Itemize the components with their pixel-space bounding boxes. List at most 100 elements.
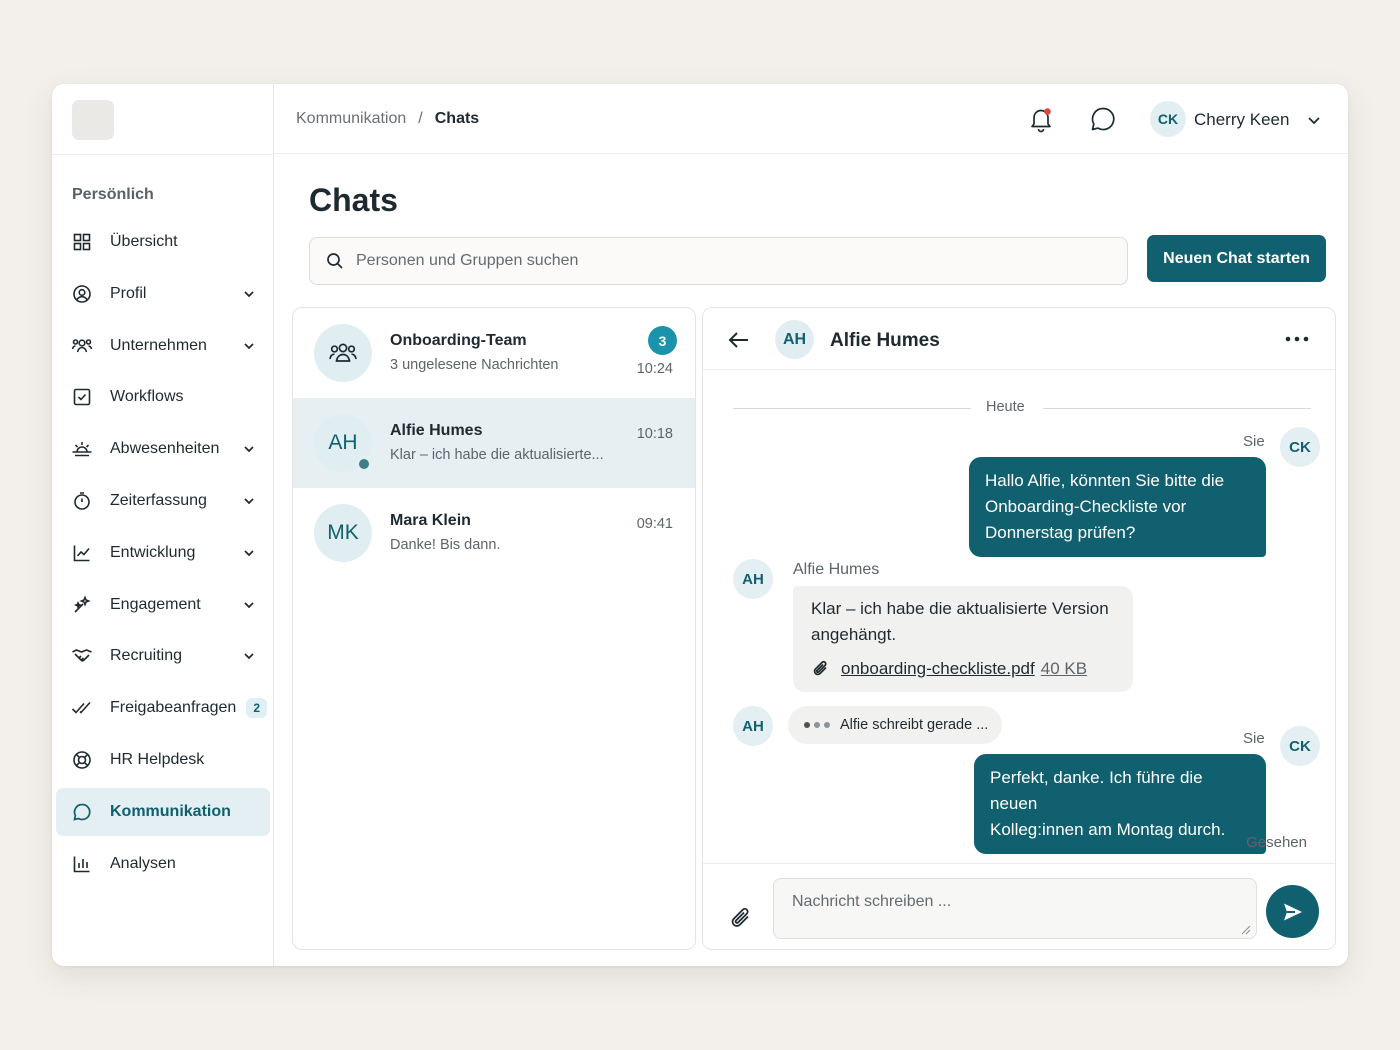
more-icon[interactable]: [1283, 328, 1311, 350]
conversation-thread: AH Alfie Humes Heute Sie CK Hallo Alfie,…: [702, 307, 1336, 950]
bell-icon: [1031, 108, 1051, 133]
user-name[interactable]: Cherry Keen: [1194, 110, 1289, 130]
typing-dots-icon: [804, 722, 830, 728]
message-composer: [703, 863, 1335, 949]
message-line: angehängt.: [811, 625, 897, 644]
sidebar-item-label: Analysen: [110, 854, 176, 872]
chevron-down-icon[interactable]: [240, 440, 258, 458]
day-label: Heute: [986, 399, 1025, 415]
avatar[interactable]: AH: [775, 320, 814, 359]
double-check-icon: [70, 696, 94, 720]
sidebar-item-label: Übersicht: [110, 233, 178, 250]
notifications-button[interactable]: [1026, 104, 1056, 134]
sidebar-section-label: Persönlich: [72, 186, 154, 203]
sidebar-item-analysen[interactable]: Analysen: [56, 840, 270, 888]
conversation-item-mara-klein[interactable]: MK Mara Klein Danke! Bis dann. 09:41: [293, 488, 695, 578]
conversation-time: 10:24: [636, 361, 673, 377]
sidebar-item-uebersicht[interactable]: Übersicht: [56, 218, 270, 266]
lifebuoy-icon: [70, 748, 94, 772]
conversation-preview: Danke! Bis dann.: [390, 537, 501, 553]
app-window: Persönlich Übersicht Profil Unternehmen: [52, 84, 1348, 966]
send-button[interactable]: [1266, 885, 1319, 938]
conversation-item-onboarding-team[interactable]: Onboarding-Team 3 ungelesene Nachrichten…: [293, 308, 695, 398]
sidebar-item-entwicklung[interactable]: Entwicklung: [56, 529, 270, 577]
conversation-name: Mara Klein: [390, 512, 471, 529]
sidebar-item-kommunikation[interactable]: Kommunikation: [56, 787, 270, 836]
message-line: Klar – ich habe die aktualisierte Versio…: [811, 599, 1109, 618]
sidebar-item-zeiterfassung[interactable]: Zeiterfassung: [56, 477, 270, 525]
conversation-preview: Klar – ich habe die aktualisierte...: [390, 447, 604, 463]
conversation-time: 09:41: [636, 516, 673, 532]
sidebar-item-label: Zeiterfassung: [110, 491, 207, 509]
avatar: AH: [733, 559, 773, 599]
sidebar-item-label: HR Helpdesk: [110, 750, 205, 768]
group-avatar: [314, 324, 372, 382]
top-bar: Kommunikation / Chats CK Cherry Keen: [274, 84, 1348, 154]
chevron-down-icon[interactable]: [240, 285, 258, 303]
breadcrumb-parent[interactable]: Kommunikation: [296, 110, 406, 128]
trend-chart-icon: [70, 541, 94, 565]
message-line: Hallo Alfie, könnten Sie bitte die: [985, 471, 1225, 490]
sidebar-item-label: Recruiting: [110, 647, 183, 665]
message-input[interactable]: [773, 878, 1257, 939]
chat-bubble-icon: [1091, 107, 1115, 131]
user-circle-icon: [70, 282, 94, 306]
sidebar-item-freigabeanfragen[interactable]: Freigabeanfragen 2: [56, 684, 270, 732]
search-input[interactable]: [356, 252, 1056, 270]
chevron-down-icon[interactable]: [240, 596, 258, 614]
sidebar-item-label: Abwesenheiten: [110, 440, 220, 458]
breadcrumb-separator: /: [418, 110, 423, 127]
typing-indicator: Alfie schreibt gerade ...: [788, 706, 1003, 744]
read-receipt: Gesehen: [1246, 834, 1307, 851]
sidebar-item-label: Unternehmen: [110, 336, 207, 354]
search-bar[interactable]: [309, 237, 1128, 285]
unread-badge: 3: [648, 326, 677, 355]
chevron-down-icon[interactable]: [240, 544, 258, 562]
sidebar-item-label: Profil: [110, 284, 147, 302]
sidebar-item-unternehmen[interactable]: Unternehmen: [56, 322, 270, 370]
handshake-icon: [70, 644, 94, 668]
paperclip-icon[interactable]: [728, 906, 754, 932]
sidebar-item-label: Kommunikation: [110, 802, 231, 820]
send-icon: [1283, 903, 1302, 920]
avatar: CK: [1280, 726, 1320, 766]
messages-button[interactable]: [1088, 104, 1118, 134]
sender-name: Alfie Humes: [793, 561, 880, 578]
sidebar-item-hr-helpdesk[interactable]: HR Helpdesk: [56, 736, 270, 784]
sidebar-item-label: Engagement: [110, 595, 201, 613]
message-bubble-outgoing: Perfekt, danke. Ich führe die neuen Koll…: [974, 754, 1266, 854]
sidebar-item-profil[interactable]: Profil: [56, 270, 270, 318]
sidebar-item-abwesenheiten[interactable]: Abwesenheiten: [56, 425, 270, 473]
conversation-name: Alfie Humes: [390, 422, 483, 439]
conversation-name: Onboarding-Team: [390, 332, 527, 349]
message-line: Donnerstag prüfen?: [985, 523, 1136, 542]
sunrise-icon: [70, 437, 94, 461]
message-bubble-incoming: Klar – ich habe die aktualisierte Versio…: [793, 586, 1133, 692]
attachment-size: 40 KB: [1040, 659, 1088, 678]
conversation-item-alfie-humes[interactable]: AH Alfie Humes Klar – ich habe die aktua…: [293, 398, 695, 488]
arrow-left-icon[interactable]: [726, 327, 752, 353]
online-indicator: [356, 456, 372, 472]
chevron-down-icon[interactable]: [240, 492, 258, 510]
contact-name[interactable]: Alfie Humes: [830, 330, 940, 352]
attachment-link[interactable]: onboarding-checkliste.pdf: [841, 656, 1035, 682]
sidebar-item-engagement[interactable]: Engagement: [56, 581, 270, 629]
sidebar-item-workflows[interactable]: Workflows: [56, 373, 270, 421]
page-title: Chats: [309, 182, 398, 218]
new-chat-button[interactable]: Neuen Chat starten: [1147, 235, 1326, 282]
sidebar: Persönlich Übersicht Profil Unternehmen: [52, 84, 274, 966]
message-line: Kolleg:innen am Montag durch.: [990, 820, 1226, 839]
chevron-down-icon[interactable]: [1304, 110, 1324, 130]
avatar: MK: [314, 504, 372, 562]
sender-label: Sie: [1243, 730, 1265, 747]
sidebar-item-recruiting[interactable]: Recruiting: [56, 632, 270, 680]
users-icon: [70, 334, 94, 358]
resize-handle-icon[interactable]: [1241, 925, 1251, 935]
sender-label: Sie: [1243, 433, 1265, 450]
count-badge: 2: [246, 698, 267, 719]
avatar[interactable]: CK: [1150, 101, 1186, 137]
avatar: CK: [1280, 427, 1320, 467]
logo[interactable]: [72, 100, 114, 140]
chevron-down-icon[interactable]: [240, 647, 258, 665]
chevron-down-icon[interactable]: [240, 337, 258, 355]
